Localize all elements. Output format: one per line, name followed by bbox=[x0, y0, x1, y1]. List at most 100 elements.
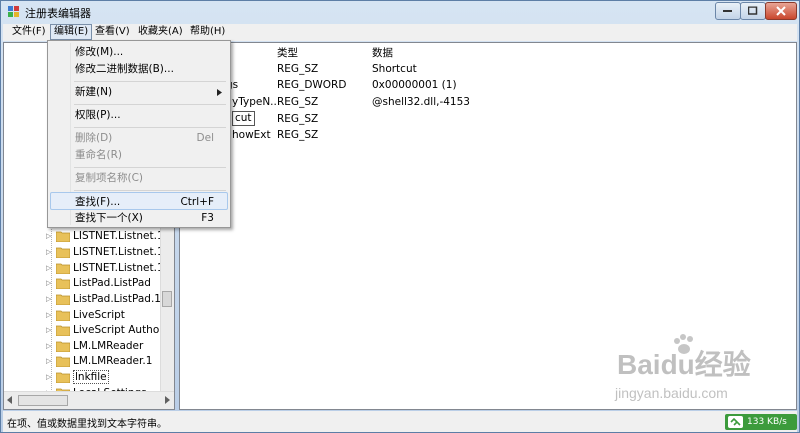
tree-item[interactable]: ▷ ListPad.ListPad.1 bbox=[46, 291, 161, 307]
tree-horizontal-scrollbar[interactable] bbox=[4, 391, 174, 409]
network-icon bbox=[728, 416, 743, 428]
title-bar[interactable]: 注册表编辑器 bbox=[1, 1, 799, 23]
folder-icon bbox=[56, 278, 70, 289]
scroll-right-icon[interactable] bbox=[165, 396, 171, 404]
submenu-arrow-icon bbox=[217, 89, 222, 96]
folder-icon bbox=[56, 356, 70, 367]
folder-icon bbox=[56, 247, 70, 258]
registry-editor-icon bbox=[8, 6, 19, 17]
tree-item-label: ListPad.ListPad.1 bbox=[73, 293, 161, 305]
close-icon bbox=[776, 6, 786, 16]
expand-arrow-icon[interactable]: ▷ bbox=[46, 369, 54, 385]
value-name[interactable]: yTypeN... bbox=[232, 96, 280, 108]
scrollbar-thumb[interactable] bbox=[162, 291, 172, 307]
value-type: REG_SZ bbox=[277, 96, 319, 108]
menu-help[interactable]: 帮助(H) bbox=[187, 25, 228, 39]
folder-icon bbox=[56, 372, 70, 383]
folder-icon bbox=[56, 263, 70, 274]
folder-icon bbox=[56, 310, 70, 321]
expand-arrow-icon[interactable]: ▷ bbox=[46, 338, 54, 354]
menu-item-find-next[interactable]: 查找下一个(X) F3 bbox=[50, 209, 228, 227]
scrollbar-thumb[interactable] bbox=[18, 395, 68, 406]
expand-arrow-icon[interactable]: ▷ bbox=[46, 260, 54, 276]
expand-arrow-icon[interactable]: ▷ bbox=[46, 353, 54, 369]
value-type: REG_SZ bbox=[277, 63, 319, 75]
value-data: 0x00000001 (1) bbox=[372, 79, 457, 91]
tree-item-label: LiveScript Author bbox=[73, 324, 164, 336]
menu-item-label: 查找下一个(X) bbox=[75, 212, 143, 224]
tree-item-label: LiveScript bbox=[73, 309, 125, 321]
expand-arrow-icon[interactable]: ▷ bbox=[46, 244, 54, 260]
tree-item-label: lnkfile bbox=[73, 370, 109, 384]
tree-item-selected[interactable]: ▷ lnkfile bbox=[46, 369, 109, 385]
tree-item-label: LM.LMReader.1 bbox=[73, 355, 153, 367]
menu-item-permissions[interactable]: 权限(P)... bbox=[50, 106, 228, 124]
tree-item[interactable]: ▷ LISTNET.Listnet.14 bbox=[46, 260, 170, 276]
menu-item-label: 修改二进制数据(B)... bbox=[75, 63, 174, 75]
status-text: 在项、值或数据里找到文本字符串。 bbox=[7, 419, 167, 430]
value-data: Shortcut bbox=[372, 63, 417, 75]
menu-item-shortcut: Del bbox=[196, 132, 214, 144]
tree-item[interactable]: ▷ LM.LMReader.1 bbox=[46, 353, 152, 369]
value-name-editing[interactable]: cut bbox=[232, 111, 255, 126]
folder-icon bbox=[56, 231, 70, 242]
tree-item-label: LISTNET.Listnet.11 bbox=[73, 230, 171, 242]
tree-item[interactable]: ▷ LiveScript bbox=[46, 307, 125, 323]
tree-item[interactable]: ▷ LM.LMReader bbox=[46, 338, 143, 354]
menu-item-label: 删除(D) bbox=[75, 132, 113, 144]
folder-icon bbox=[56, 341, 70, 352]
menu-bar: 文件(F) 编辑(E) 查看(V) 收藏夹(A) 帮助(H) bbox=[3, 24, 797, 41]
network-speed: 133 KB/s bbox=[747, 417, 787, 427]
folder-icon bbox=[56, 294, 70, 305]
status-bar: 在项、值或数据里找到文本字符串。 bbox=[3, 411, 797, 432]
watermark-brand: Baidu经验 bbox=[617, 349, 751, 380]
expand-arrow-icon[interactable]: ▷ bbox=[46, 228, 54, 244]
value-type: REG_SZ bbox=[277, 129, 319, 141]
menu-view[interactable]: 查看(V) bbox=[92, 25, 133, 39]
menu-item-label: 修改(M)... bbox=[75, 46, 124, 58]
menu-edit[interactable]: 编辑(E) bbox=[50, 24, 93, 40]
menu-item-modify[interactable]: 修改(M)... bbox=[50, 43, 228, 61]
tree-item[interactable]: ▷ LISTNET.Listnet.12 bbox=[46, 244, 170, 260]
menu-favorites[interactable]: 收藏夹(A) bbox=[135, 25, 186, 39]
menu-item-modify-binary[interactable]: 修改二进制数据(B)... bbox=[50, 60, 228, 78]
close-button[interactable] bbox=[765, 2, 797, 20]
menu-separator bbox=[74, 81, 226, 82]
window-title: 注册表编辑器 bbox=[25, 7, 91, 20]
tree-item[interactable]: ▷ ListPad.ListPad bbox=[46, 275, 151, 291]
expand-arrow-icon[interactable]: ▷ bbox=[46, 307, 54, 323]
baidu-jingyan-watermark: Baidu经验 jingyan.baidu.com bbox=[597, 334, 767, 411]
menu-item-shortcut: F3 bbox=[201, 212, 214, 224]
expand-arrow-icon[interactable]: ▷ bbox=[46, 322, 54, 338]
watermark-url: jingyan.baidu.com bbox=[615, 385, 728, 401]
tree-item[interactable]: ▷ LISTNET.Listnet.11 bbox=[46, 228, 170, 244]
column-header-data[interactable]: 数据 bbox=[372, 45, 393, 60]
folder-icon bbox=[56, 325, 70, 336]
column-header-type[interactable]: 类型 bbox=[277, 45, 298, 60]
value-name[interactable]: howExt bbox=[232, 129, 271, 141]
expand-arrow-icon[interactable]: ▷ bbox=[46, 275, 54, 291]
tree-item-label: LISTNET.Listnet.14 bbox=[73, 262, 171, 274]
tree-item-label: LISTNET.Listnet.12 bbox=[73, 246, 171, 258]
maximize-icon bbox=[748, 6, 758, 15]
menu-item-label: 重命名(R) bbox=[75, 149, 122, 161]
scroll-left-icon[interactable] bbox=[7, 396, 13, 404]
menu-item-new[interactable]: 新建(N) bbox=[50, 83, 228, 101]
minimize-icon bbox=[723, 10, 732, 12]
minimize-button[interactable] bbox=[715, 2, 741, 20]
maximize-button[interactable] bbox=[740, 2, 766, 20]
expand-arrow-icon[interactable]: ▷ bbox=[46, 291, 54, 307]
tree-item-label: LM.LMReader bbox=[73, 340, 144, 352]
value-type: REG_SZ bbox=[277, 113, 319, 125]
menu-separator bbox=[74, 127, 226, 128]
menu-separator bbox=[74, 167, 226, 168]
network-speed-badge[interactable]: 133 KB/s bbox=[725, 414, 797, 430]
tree-item[interactable]: ▷ LiveScript Author bbox=[46, 322, 164, 338]
menu-item-rename: 重命名(R) bbox=[50, 146, 228, 164]
menu-item-label: 新建(N) bbox=[75, 86, 113, 98]
menu-file[interactable]: 文件(F) bbox=[9, 25, 49, 39]
edit-menu-dropdown: 修改(M)... 修改二进制数据(B)... 新建(N) 权限(P)... 删除… bbox=[47, 40, 231, 228]
menu-item-label: 权限(P)... bbox=[75, 109, 121, 121]
menu-item-find[interactable]: 查找(F)... Ctrl+F bbox=[50, 192, 228, 210]
registry-editor-window: 注册表编辑器 文件(F) 编辑(E) 查看(V) 收藏夹(A) 帮助(H) ▷ L… bbox=[0, 0, 800, 433]
